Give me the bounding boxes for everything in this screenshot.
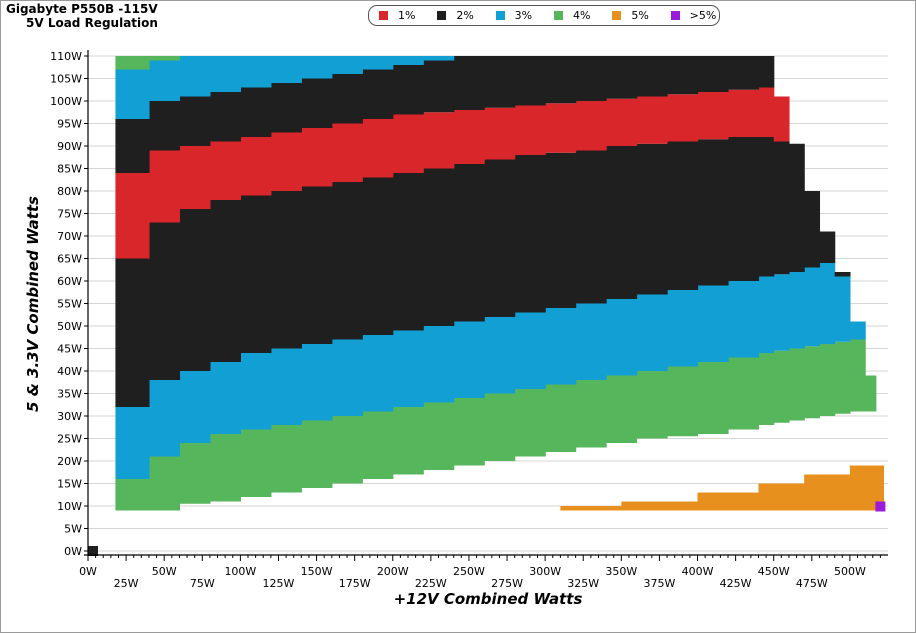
x-tick-label: 275W [491,577,523,590]
y-tick-label: 80W [57,185,82,198]
x-tick-label: 0W [79,565,97,578]
x-tick-label: 175W [339,577,371,590]
y-tick-label: 105W [50,73,82,86]
y-tick-label: 70W [57,230,82,243]
y-tick-label: 50W [57,320,82,333]
band-5pct [560,465,885,511]
y-tick-label: 5W [64,523,82,536]
point-over-5pct [875,501,886,512]
y-tick-label: 55W [57,298,82,311]
y-tick-label: 30W [57,410,82,423]
y-axis-ticks: 0W 5W 10W 15W 20W 25W 30W 35W 40W 45W 50W 55W 60W 65W… [50,50,88,558]
x-tick-label: 25W [114,577,139,590]
x-tick-label: 75W [190,577,215,590]
y-tick-label: 100W [50,95,82,108]
y-tick-label: 85W [57,163,82,176]
y-tick-label: 40W [57,365,82,378]
x-tick-label: 250W [453,565,485,578]
x-tick-label: 375W [643,577,675,590]
x-tick-label: 500W [834,565,866,578]
y-tick-label: 110W [50,50,82,63]
y-tick-label: 95W [57,118,82,131]
x-tick-label: 100W [224,565,256,578]
y-tick-label: 20W [57,455,82,468]
x-tick-label: 450W [758,565,790,578]
x-tick-label: 150W [301,565,333,578]
y-tick-label: 75W [57,208,82,221]
x-tick-label: 225W [415,577,447,590]
y-tick-label: 25W [57,433,82,446]
x-tick-label: 400W [682,565,714,578]
y-tick-label: 35W [57,388,82,401]
y-tick-label: 60W [57,275,82,288]
x-tick-label: 325W [567,577,599,590]
y-tick-label: 10W [57,500,82,513]
x-axis-ticks: 0W 25W 50W 75W 100W 125W 150W 175W 200W 225W 250W 2… [79,555,881,590]
y-tick-label: 0W [64,545,82,558]
x-tick-label: 200W [377,565,409,578]
y-tick-label: 15W [57,478,82,491]
x-tick-label: 475W [796,577,828,590]
plot-svg: 0W 25W 50W 75W 100W 125W 150W 175W 200W 225W 250W 2… [24,50,888,608]
x-tick-label: 350W [605,565,637,578]
y-tick-label: 65W [57,253,82,266]
plot-area [88,56,886,556]
x-tick-label: 125W [263,577,295,590]
x-tick-label: 300W [529,565,561,578]
x-axis-title: +12V Combined Watts [394,590,583,608]
x-tick-label: 50W [152,565,177,578]
y-axis-title: 5 & 3.3V Combined Watts [24,196,42,412]
x-tick-label: 425W [720,577,752,590]
y-tick-label: 90W [57,140,82,153]
y-tick-label: 45W [57,343,82,356]
